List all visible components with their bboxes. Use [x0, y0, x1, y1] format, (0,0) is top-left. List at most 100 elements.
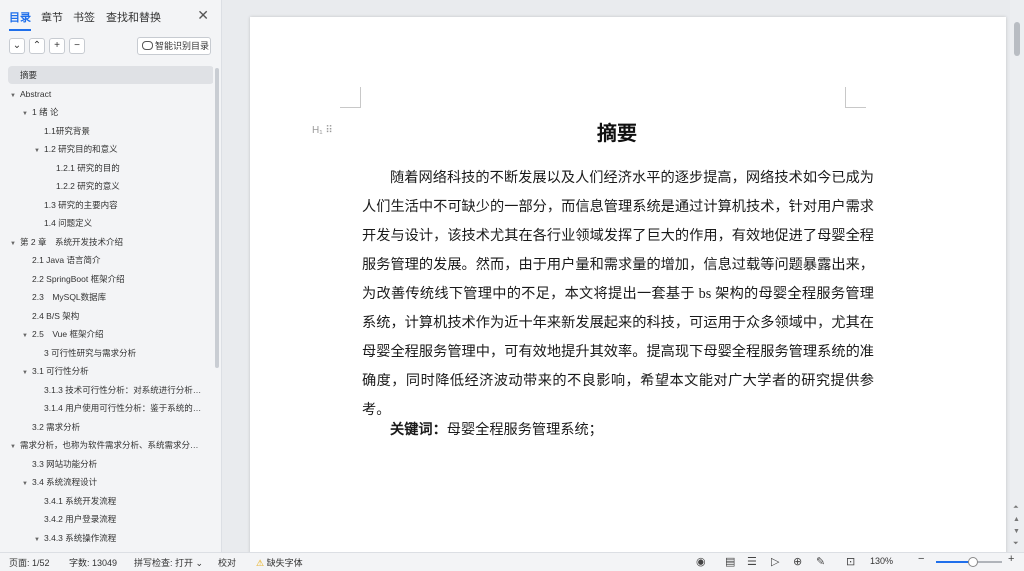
proofread-button[interactable]: 校对: [218, 556, 236, 569]
toc-toolbar: ⌄ ⌃ + − 智能识别目录: [0, 36, 221, 58]
toc-item[interactable]: 摘要: [8, 66, 213, 84]
smart-toc-button[interactable]: 智能识别目录: [137, 37, 211, 55]
toc-item[interactable]: 2.2 SpringBoot 框架介绍: [8, 270, 213, 288]
zoom-slider[interactable]: [936, 557, 1002, 567]
toc-item-label: 3.1.4 用户使用可行性分析：鉴于系统的…: [44, 403, 202, 413]
expand-caret-icon[interactable]: ▼: [22, 105, 32, 121]
toc-item[interactable]: ▼ 3.1 可行性分析: [8, 362, 213, 380]
tab-chapters[interactable]: 章节: [41, 9, 63, 25]
toc-item[interactable]: ▼ 第 2 章 系统开发技术介绍: [8, 233, 213, 251]
collapse-button[interactable]: ⌄: [9, 38, 25, 54]
toc-item[interactable]: ▼ 3.4 系统流程设计: [8, 473, 213, 491]
zoom-level[interactable]: 130%: [870, 556, 893, 566]
toc-item[interactable]: 3.1.4 用户使用可行性分析：鉴于系统的…: [8, 399, 213, 417]
toc-item[interactable]: 1.2.2 研究的意义: [8, 177, 213, 195]
toc-item-label: 3.1 可行性分析: [32, 366, 89, 376]
page-up-icon[interactable]: ⏶: [1013, 504, 1019, 512]
keywords-label: 关键词：: [390, 422, 447, 438]
toc-item[interactable]: ▼ Abstract: [8, 85, 213, 103]
toc-scrollbar[interactable]: [215, 68, 219, 368]
expand-caret-icon[interactable]: ▼: [34, 531, 44, 547]
toc-item[interactable]: 3.4.1 系统开发流程: [8, 492, 213, 510]
toc-item[interactable]: 1.1研究背景: [8, 122, 213, 140]
keywords-line: 关键词：母婴全程服务管理系统；: [390, 419, 603, 439]
toc-item-label: 1.3 研究的主要内容: [44, 199, 118, 210]
toc-item[interactable]: 1.3 研究的主要内容: [8, 196, 213, 214]
expand-caret-icon[interactable]: ▼: [10, 438, 20, 454]
toc-item[interactable]: 3.2 需求分析: [8, 418, 213, 436]
outline-view-icon[interactable]: ☰: [747, 555, 757, 568]
expand-caret-icon[interactable]: ▼: [22, 364, 32, 380]
pen-icon[interactable]: ✎: [816, 555, 825, 568]
spellcheck-toggle[interactable]: 拼写检查: 打开 ⌄: [134, 556, 203, 569]
scroll-down-icon[interactable]: ▼: [1013, 528, 1020, 535]
toc-item[interactable]: 2.1 Java 语言简介: [8, 251, 213, 269]
tab-bookmarks[interactable]: 书签: [73, 9, 95, 25]
toc-item-label: 3.4.1 系统开发流程: [44, 495, 117, 506]
add-heading-button[interactable]: +: [49, 38, 65, 54]
warning-icon: ⚠: [256, 558, 265, 568]
toc-item-label: 第 2 章 系统开发技术介绍: [20, 236, 123, 247]
remove-heading-button[interactable]: −: [69, 38, 85, 54]
toc-item-label: 1.4 问题定义: [44, 218, 93, 228]
toc-item-label: 3 可行性研究与需求分析: [44, 347, 137, 358]
toc-item[interactable]: 3 可行性研究与需求分析: [8, 344, 213, 362]
expand-caret-icon[interactable]: ▼: [10, 235, 20, 251]
zoom-out-icon[interactable]: −: [918, 553, 924, 565]
expand-caret-icon[interactable]: ▼: [34, 142, 44, 158]
toc-item[interactable]: ▼ 1.2 研究目的和意义: [8, 140, 213, 158]
abstract-paragraph: 随着网络科技的不断发展以及人们经济水平的逐步提高，网络技术如今已成为人们生活中不…: [362, 170, 874, 418]
page-down-icon[interactable]: ⏷: [1013, 540, 1019, 548]
play-icon[interactable]: ▷: [771, 555, 779, 568]
document-title: 摘要: [597, 121, 637, 145]
web-icon[interactable]: ⊕: [793, 555, 802, 568]
scrollbar-thumb[interactable]: [1014, 22, 1020, 56]
toc-item[interactable]: ▼ 2.5 Vue 框架介绍: [8, 325, 213, 343]
toc-item-label: 需求分析，也称为软件需求分析、系统需求分…: [20, 440, 199, 450]
toc-item[interactable]: 2.4 B/S 架构: [8, 307, 213, 325]
document-scrollbar[interactable]: ⏶ ▲ ▼ ⏷: [1010, 0, 1024, 552]
toc-item-label: 3.4.2 用户登录流程: [44, 514, 117, 524]
missing-font-button[interactable]: ⚠ 缺失字体: [256, 556, 303, 569]
toc-item-label: Abstract: [20, 88, 52, 99]
missing-font-label: 缺失字体: [266, 558, 303, 568]
zoom-slider-fill: [936, 561, 973, 563]
toc-item-label: 1.2.1 研究的目的: [56, 162, 120, 173]
expand-caret-icon[interactable]: ▼: [22, 475, 32, 491]
word-count[interactable]: 字数: 13049: [69, 556, 117, 569]
toc-item-label: 3.2 需求分析: [32, 421, 81, 432]
toc-item[interactable]: 2.3 MySQL数据库: [8, 288, 213, 306]
toc-item-label: 2.4 B/S 架构: [32, 310, 80, 321]
page-indicator[interactable]: 页面: 1/52: [9, 556, 50, 569]
close-icon[interactable]: ✕: [197, 7, 209, 24]
page-view-icon[interactable]: ▤: [725, 555, 735, 568]
expand-caret-icon[interactable]: ▼: [22, 327, 32, 343]
toc-item-label: 3.4 系统流程设计: [32, 477, 98, 487]
toc-item[interactable]: 1.4 问题定义: [8, 214, 213, 232]
eye-icon[interactable]: ◉: [696, 555, 706, 568]
fit-icon[interactable]: ⊡: [846, 555, 855, 568]
toc-item[interactable]: 3.4.2 用户登录流程: [8, 510, 213, 528]
expand-caret-icon[interactable]: ▼: [10, 87, 20, 103]
toc-item[interactable]: ▼ 1 绪 论: [8, 103, 213, 121]
toc-item-label: 1.2 研究目的和意义: [44, 144, 118, 154]
margin-corner-top-left: [340, 87, 361, 108]
toc-item-label: 1.2.2 研究的意义: [56, 181, 120, 191]
toc-item[interactable]: 3.1.3 技术可行性分析：对系统进行分析…: [8, 381, 213, 399]
toc-item[interactable]: ▼ 需求分析，也称为软件需求分析、系统需求分…: [8, 436, 213, 454]
expand-button[interactable]: ⌃: [29, 38, 45, 54]
tab-find-replace[interactable]: 查找和替换: [106, 9, 161, 25]
zoom-slider-knob[interactable]: [968, 557, 979, 567]
tab-toc[interactable]: 目录: [9, 9, 31, 31]
navigation-pane: 目录 章节 书签 查找和替换 ✕ ⌄ ⌃ + − 智能识别目录 摘要 ▼ Abstr…: [0, 0, 222, 552]
smart-toc-label: 智能识别目录: [155, 41, 210, 51]
pane-tabs: 目录 章节 书签 查找和替换 ✕: [0, 0, 221, 32]
toc-item-label: 2.1 Java 语言简介: [32, 255, 101, 265]
scroll-up-icon[interactable]: ▲: [1013, 516, 1020, 523]
toc-item[interactable]: 3.3 网站功能分析: [8, 455, 213, 473]
toc-item-label: 3.3 网站功能分析: [32, 458, 98, 469]
toc-item[interactable]: 1.2.1 研究的目的: [8, 159, 213, 177]
zoom-in-icon[interactable]: +: [1008, 553, 1014, 565]
toc-item[interactable]: ▼ 3.4.3 系统操作流程: [8, 529, 213, 547]
heading-drag-handle[interactable]: H₁ ⠿: [312, 125, 333, 136]
